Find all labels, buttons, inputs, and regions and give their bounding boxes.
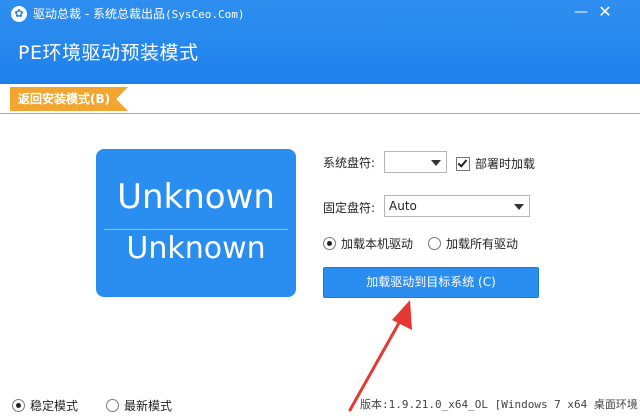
title-bar[interactable]: ✿ 驱动总裁 - 系统总裁出品(SysCeo.Com) — ✕ [0, 0, 640, 28]
load-local-radio[interactable] [323, 237, 336, 250]
window-title-site: (SysCeo.Com) [164, 8, 245, 21]
version-info: 版本:1.9.21.0_x64_OL [Windows 7 x64 桌面环境] [360, 398, 640, 411]
fixed-drive-select[interactable]: Auto [384, 195, 530, 217]
deploy-load-checkbox[interactable] [456, 157, 470, 171]
drive-type-label: Unknown [126, 231, 266, 266]
window-title-text: 驱动总裁 - 系统总裁出品 [33, 7, 165, 21]
latest-mode-radio[interactable] [106, 399, 119, 412]
chevron-down-icon [431, 160, 441, 166]
header-bar: ✿ 驱动总裁 - 系统总裁出品(SysCeo.Com) — ✕ PE环境驱动预装… [0, 0, 640, 84]
load-all-radio[interactable] [428, 237, 441, 250]
window-title: 驱动总裁 - 系统总裁出品(SysCeo.Com) [33, 6, 244, 23]
drive-info-panel: Unknown Unknown [96, 149, 296, 297]
page-title: PE环境驱动预装模式 [18, 42, 199, 64]
system-drive-select[interactable] [384, 151, 447, 173]
checkmark-icon [457, 157, 468, 168]
latest-mode-label: 最新模式 [124, 399, 173, 413]
minimize-button[interactable]: — [570, 2, 592, 22]
chevron-down-icon [514, 204, 524, 210]
stable-mode-label: 稳定模式 [30, 399, 79, 413]
annotation-arrow-icon [348, 300, 412, 412]
load-all-label: 加载所有驱动 [446, 237, 519, 251]
tab-strip: 返回安装模式(B) [0, 84, 640, 114]
fixed-drive-value: Auto [389, 199, 417, 213]
load-local-label: 加载本机驱动 [341, 237, 414, 251]
stable-mode-radio[interactable] [12, 399, 25, 412]
drive-name-label: Unknown [117, 177, 275, 217]
back-to-install-mode-tab[interactable]: 返回安装模式(B) [10, 87, 128, 111]
system-drive-label: 系统盘符: [323, 156, 376, 170]
deploy-load-label: 部署时加载 [475, 157, 536, 171]
fixed-drive-label: 固定盘符: [323, 201, 376, 215]
app-logo-icon: ✿ [11, 6, 27, 22]
close-button[interactable]: ✕ [594, 2, 616, 22]
